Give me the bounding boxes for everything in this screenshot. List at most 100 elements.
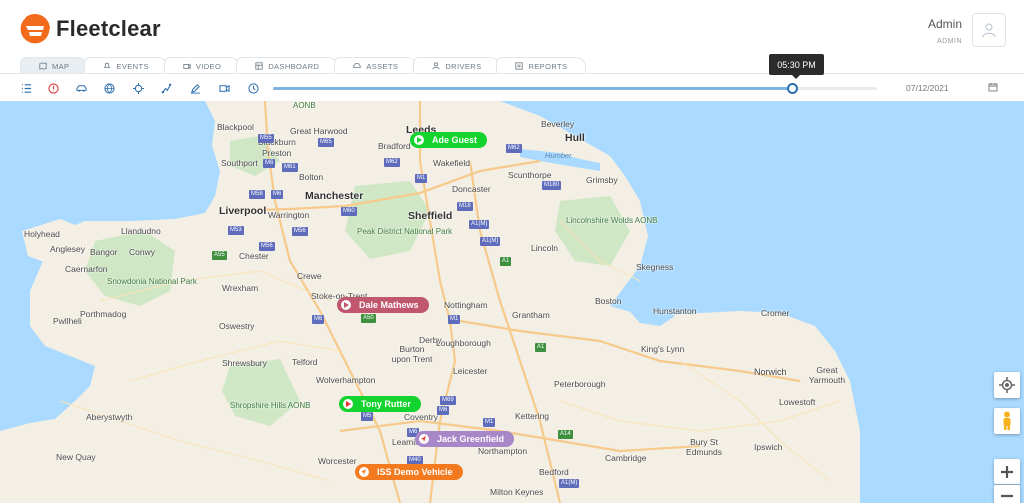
map-view[interactable]: Blackpool Great Harwood Leeds Beverley H…: [0, 101, 1024, 503]
dashboard-icon: [255, 62, 263, 70]
place-label: Wrexham: [222, 283, 259, 293]
place-label: Coventry: [404, 412, 439, 422]
place-label: Great Harwood: [290, 126, 348, 136]
road-shield: A1(M): [559, 479, 580, 488]
vehicle-marker-ade-guest[interactable]: Ade Guest: [410, 132, 488, 148]
date-display[interactable]: 07/12/2021: [906, 83, 949, 93]
zoom-out-button[interactable]: [994, 485, 1020, 503]
place-label: Llandudno: [121, 226, 161, 236]
place-label: Anglesey: [50, 244, 85, 254]
place-label: Holyhead: [24, 229, 60, 239]
place-label: Sheffield: [408, 210, 453, 222]
app-logo[interactable]: Fleetclear: [18, 12, 161, 46]
road-shield: M1: [415, 174, 428, 183]
history-button[interactable]: [247, 82, 259, 94]
place-label: Grimsby: [586, 175, 618, 185]
camera-button[interactable]: [218, 82, 230, 94]
pencil-icon: [190, 83, 200, 94]
place-label: Wakefield: [433, 158, 471, 168]
user-info: Admin ADMIN: [928, 17, 962, 45]
vehicle-label: Jack Greenfield: [437, 434, 505, 444]
road-shield: A1(M): [469, 220, 490, 229]
tab-events[interactable]: EVENTS: [84, 57, 168, 74]
tab-label: DASHBOARD: [268, 61, 320, 71]
list-view-button[interactable]: [20, 82, 32, 94]
vehicle-marker-iss-demo-vehicle[interactable]: ISS Demo Vehicle: [355, 464, 463, 480]
street-view-button[interactable]: [994, 408, 1020, 434]
place-label: Cambridge: [605, 453, 647, 463]
tab-video[interactable]: VIDEO: [163, 57, 241, 74]
tab-reports[interactable]: REPORTS: [496, 57, 587, 74]
tabs-divider: [0, 73, 1024, 74]
time-tooltip: 05:30 PM: [769, 54, 824, 79]
my-location-button[interactable]: [994, 372, 1020, 398]
place-label: Aberystwyth: [86, 412, 133, 422]
road-shield: A1: [535, 343, 547, 352]
tab-drivers[interactable]: DRIVERS: [413, 57, 501, 74]
app-header: Fleetclear Admin ADMIN: [0, 0, 1024, 58]
road-shield: M180: [542, 181, 562, 190]
place-label: Pwllheli: [53, 316, 82, 326]
place-label: Beverley: [541, 119, 575, 129]
place-label: Bolton: [299, 172, 324, 182]
app-name: Fleetclear: [56, 16, 161, 41]
alert-icon: [47, 82, 59, 94]
geofence-button[interactable]: [103, 82, 115, 94]
globe-icon: [103, 82, 115, 94]
timeline-slider-fill: [273, 87, 793, 90]
road-shield: M56: [259, 242, 275, 251]
vehicle-marker-dale-mathews[interactable]: Dale Mathews: [337, 297, 429, 313]
road-shield: M6: [437, 406, 450, 415]
tab-label: VIDEO: [195, 61, 222, 71]
vehicle-label: Ade Guest: [432, 135, 478, 145]
zoom-in-button[interactable]: [994, 459, 1020, 484]
place-label: Liverpool: [219, 205, 267, 217]
place-label: Porthmadog: [80, 309, 127, 319]
road-shield: M62: [506, 144, 522, 153]
place-label: New Quay: [56, 452, 96, 462]
route-icon: [161, 83, 171, 93]
tab-dashboard[interactable]: DASHBOARD: [236, 57, 339, 74]
water-label: Humber: [545, 151, 572, 160]
park-label: Snowdonia National Park: [107, 277, 197, 286]
place-label: Southport: [221, 158, 258, 168]
vehicle-label: Tony Rutter: [361, 399, 411, 409]
tab-map[interactable]: MAP: [20, 57, 89, 74]
place-label: Conwy: [129, 247, 155, 257]
alerts-filter-button[interactable]: [47, 82, 59, 94]
fleetclear-logo-icon: [19, 13, 51, 45]
road-shield: M5: [361, 412, 374, 421]
avatar-button[interactable]: [972, 13, 1006, 47]
place-label: Leicester: [453, 366, 488, 376]
crosshair-button[interactable]: [132, 82, 144, 94]
park-label: Shropshire Hills AONB: [230, 401, 311, 410]
park-label: AONB: [293, 101, 316, 110]
tab-label: EVENTS: [116, 61, 149, 71]
main-tabs: MAP EVENTS VIDEO DASHBOARD ASSETS DRIVER…: [20, 57, 587, 74]
draw-button[interactable]: [189, 82, 201, 94]
navigation-icon: [419, 434, 429, 444]
timeline-slider-thumb[interactable]: [786, 83, 798, 94]
road-shield: M61: [282, 163, 298, 172]
place-label: Worcester: [318, 456, 357, 466]
road-shield: M62: [384, 158, 400, 167]
place-label: Bangor: [90, 247, 118, 257]
road-shield: M1: [448, 315, 461, 324]
place-label: Grantham: [512, 310, 550, 320]
list-icon: [21, 83, 31, 93]
route-button[interactable]: [160, 82, 172, 94]
place-label: Lincoln: [531, 243, 558, 253]
navigation-icon: [359, 467, 369, 477]
vehicle-marker-tony-rutter[interactable]: Tony Rutter: [339, 396, 421, 412]
place-label: Chester: [239, 251, 269, 261]
report-icon: [515, 62, 524, 70]
place-label: Oswestry: [219, 321, 255, 331]
tab-assets[interactable]: ASSETS: [334, 57, 418, 74]
place-label: Skegness: [636, 262, 674, 272]
crosshair-icon: [132, 82, 144, 94]
vehicles-filter-button[interactable]: [75, 82, 87, 94]
calendar-icon[interactable]: [988, 82, 998, 92]
vehicle-marker-jack-greenfield[interactable]: Jack Greenfield: [415, 431, 515, 447]
place-label: Hull: [565, 132, 585, 144]
place-label: Burton upon Trent: [391, 344, 433, 364]
